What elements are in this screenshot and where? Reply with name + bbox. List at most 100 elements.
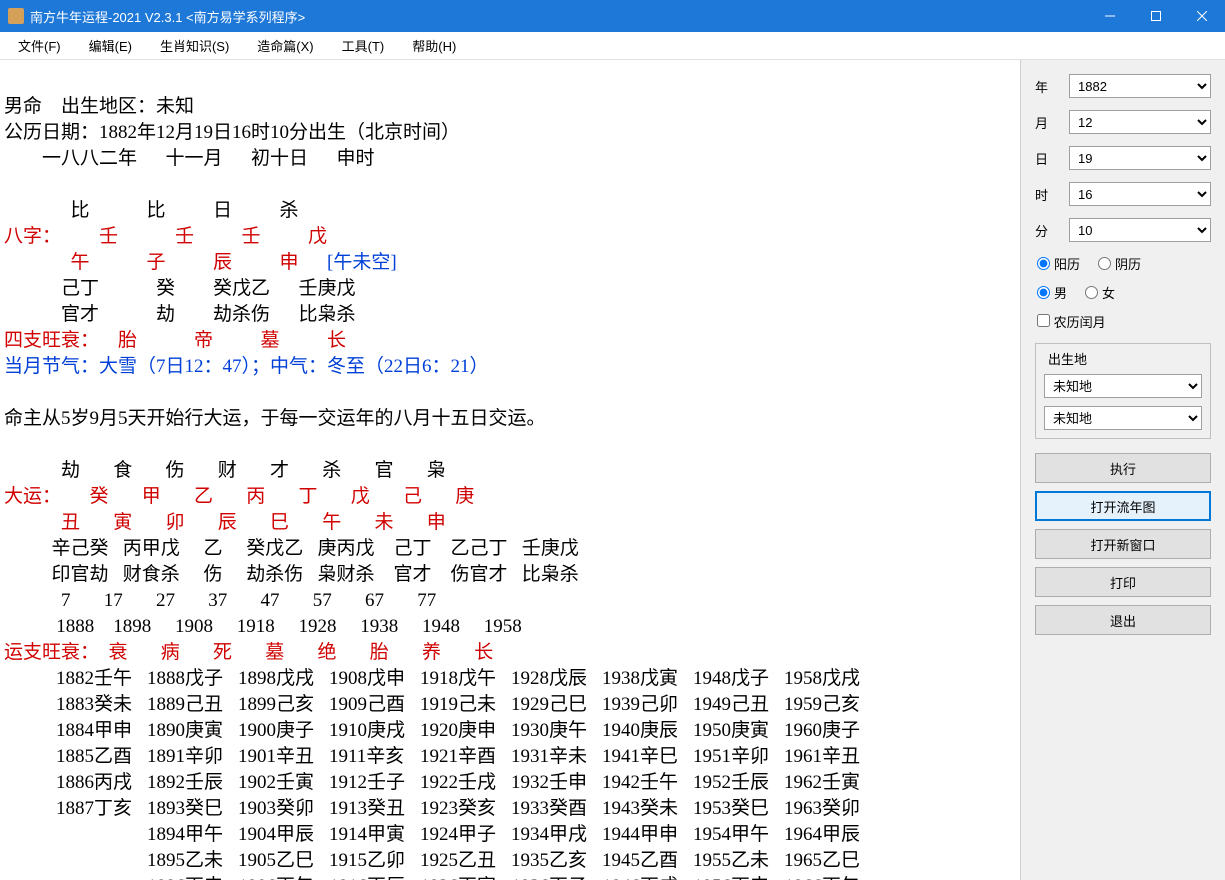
year-cell: 1964甲辰 — [784, 822, 875, 848]
dayun-ages: 7 17 27 37 47 57 67 77 — [4, 590, 436, 611]
year-cell: 1954甲午 — [693, 822, 784, 848]
content-scroll[interactable]: 男命 出生地区：未知 公历日期：1882年12月19日16时10分出生（北京时间… — [0, 60, 1020, 880]
minimize-button[interactable] — [1087, 0, 1133, 32]
bazi-label: 八字： — [4, 226, 61, 247]
year-cell: 1946丙戌 — [602, 874, 693, 880]
month-field-row: 月 12 — [1035, 110, 1211, 134]
execute-button[interactable]: 执行 — [1035, 453, 1211, 483]
year-cell: 1883癸未 — [56, 692, 147, 718]
hour-select[interactable]: 16 — [1069, 182, 1211, 206]
leap-month-checkbox[interactable]: 农历闰月 — [1037, 312, 1106, 331]
year-cell: 1900庚子 — [238, 718, 329, 744]
ten-gods-row: 比 比 日 杀 — [4, 200, 299, 221]
open-flow-chart-button[interactable]: 打开流年图 — [1035, 491, 1211, 521]
year-cell: 1910庚戌 — [329, 718, 420, 744]
year-cell: 1941辛巳 — [602, 744, 693, 770]
leap-month-row: 农历闰月 — [1037, 312, 1211, 331]
male-radio[interactable]: 男 — [1037, 283, 1067, 302]
year-cell: 1899己亥 — [238, 692, 329, 718]
year-cell: 1884甲申 — [56, 718, 147, 744]
year-cell: 1905乙巳 — [238, 848, 329, 874]
year-select[interactable]: 1882 — [1069, 74, 1211, 98]
gender-row: 男 女 — [1035, 283, 1211, 302]
jieqi-label: 当月节气： — [4, 356, 99, 377]
year-cell: 1915乙卯 — [329, 848, 420, 874]
year-cell: 1966丙午 — [784, 874, 875, 880]
dayun-branches: 丑 寅 卯 辰 巳 午 未 申 — [4, 512, 446, 533]
year-field-row: 年 1882 — [1035, 74, 1211, 98]
year-label: 年 — [1035, 77, 1069, 96]
year-cell: 1894甲午 — [147, 822, 238, 848]
year-cell: 1940庚辰 — [602, 718, 693, 744]
year-cell: 1892壬辰 — [147, 770, 238, 796]
menubar: 文件(F) 编辑(E) 生肖知识(S) 造命篇(X) 工具(T) 帮助(H) — [0, 32, 1225, 60]
exit-button[interactable]: 退出 — [1035, 605, 1211, 635]
dayun-years: 1888 1898 1908 1918 1928 1938 1948 1958 — [4, 616, 522, 637]
year-cell: 1906丙午 — [238, 874, 329, 880]
year-cell: 1951辛卯 — [693, 744, 784, 770]
gender-birthplace: 男命 出生地区：未知 — [4, 96, 194, 117]
menu-create[interactable]: 造命篇(X) — [243, 32, 327, 59]
year-cell: 1933癸酉 — [511, 796, 602, 822]
menu-tools[interactable]: 工具(T) — [328, 32, 399, 59]
year-cell: 1923癸亥 — [420, 796, 511, 822]
year-cell: 1914甲寅 — [329, 822, 420, 848]
year-cell: 1942壬午 — [602, 770, 693, 796]
sidebar: 年 1882 月 12 日 19 时 16 分 10 阳历 阴历 — [1020, 60, 1225, 880]
minute-label: 分 — [1035, 221, 1069, 240]
minute-field-row: 分 10 — [1035, 218, 1211, 242]
window-controls — [1087, 0, 1225, 32]
female-radio[interactable]: 女 — [1085, 283, 1115, 302]
dayun-hidden1: 辛己癸 丙甲戊 乙 癸戊乙 庚丙戊 己丁 乙己丁 壬庚戊 — [4, 538, 579, 559]
app-window: 南方牛年运程-2021 V2.3.1 <南方易学系列程序> 文件(F) 编辑(E… — [0, 0, 1225, 880]
minute-select[interactable]: 10 — [1069, 218, 1211, 242]
bazi-stems: 壬 壬 壬 戊 — [61, 226, 327, 247]
year-cell: 1895乙未 — [147, 848, 238, 874]
menu-edit[interactable]: 编辑(E) — [75, 32, 146, 59]
birthplace-select-2[interactable]: 未知地 — [1044, 406, 1202, 430]
hour-field-row: 时 16 — [1035, 182, 1211, 206]
birthplace-select-1[interactable]: 未知地 — [1044, 374, 1202, 398]
dayun-label: 大运： — [4, 486, 61, 507]
year-cell: 1908戊申 — [329, 666, 420, 692]
year-cell — [56, 848, 147, 874]
sizhi-values: 胎 帝 墓 长 — [99, 330, 346, 351]
year-cell: 1938戊寅 — [602, 666, 693, 692]
year-cell: 1889己丑 — [147, 692, 238, 718]
app-icon — [8, 8, 24, 24]
menu-help[interactable]: 帮助(H) — [398, 32, 470, 59]
yunzhi-values: 衰 病 死 墓 绝 胎 养 长 — [99, 642, 493, 663]
body-area: 男命 出生地区：未知 公历日期：1882年12月19日16时10分出生（北京时间… — [0, 60, 1225, 880]
liunian-grid: 1882壬午1888戊子1898戊戌1908戊申1918戊午1928戊辰1938… — [4, 666, 1016, 880]
menu-zodiac[interactable]: 生肖知识(S) — [146, 32, 243, 59]
year-cell: 1956丙申 — [693, 874, 784, 880]
year-cell: 1904甲辰 — [238, 822, 329, 848]
year-cell: 1891辛卯 — [147, 744, 238, 770]
year-cell: 1959己亥 — [784, 692, 875, 718]
month-label: 月 — [1035, 113, 1069, 132]
open-new-window-button[interactable]: 打开新窗口 — [1035, 529, 1211, 559]
year-cell: 1898戊戌 — [238, 666, 329, 692]
print-button[interactable]: 打印 — [1035, 567, 1211, 597]
year-cell: 1911辛亥 — [329, 744, 420, 770]
month-select[interactable]: 12 — [1069, 110, 1211, 134]
year-cell: 1887丁亥 — [56, 796, 147, 822]
solar-date: 公历日期：1882年12月19日16时10分出生（北京时间） — [4, 122, 460, 143]
year-cell: 1916丙辰 — [329, 874, 420, 880]
year-cell: 1934甲戌 — [511, 822, 602, 848]
year-cell: 1932壬申 — [511, 770, 602, 796]
year-cell: 1962壬寅 — [784, 770, 875, 796]
year-cell — [56, 822, 147, 848]
lunar-radio[interactable]: 阴历 — [1098, 254, 1141, 273]
solar-radio[interactable]: 阳历 — [1037, 254, 1080, 273]
hidden-gods: 官才 劫 劫杀伤 比枭杀 — [4, 304, 356, 325]
year-cell: 1929己巳 — [511, 692, 602, 718]
year-cell: 1918戊午 — [420, 666, 511, 692]
day-select[interactable]: 19 — [1069, 146, 1211, 170]
dayun-hidden2: 印官劫 财食杀 伤 劫杀伤 枭财杀 官才 伤官才 比枭杀 — [4, 564, 579, 585]
yunzhi-label: 运支旺衰： — [4, 642, 99, 663]
year-cell: 1936丙子 — [511, 874, 602, 880]
menu-file[interactable]: 文件(F) — [4, 32, 75, 59]
maximize-button[interactable] — [1133, 0, 1179, 32]
close-button[interactable] — [1179, 0, 1225, 32]
